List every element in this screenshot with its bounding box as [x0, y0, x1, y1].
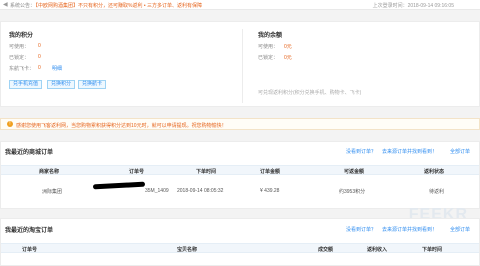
recharge-phone-button[interactable]: 兑手机充值: [9, 80, 43, 89]
balance-locked-label: 已锁定：: [258, 55, 279, 61]
points-available-label: 可使用：: [9, 44, 30, 50]
col-status: 返利状态: [424, 169, 445, 175]
notice-text[interactable]: 【中欧网购酒集团】不只有积分，还可赚取%返利 • 三方多订单、返利有保障: [33, 2, 202, 9]
col-item-name: 宝贝名称: [177, 247, 198, 253]
tip-bar: ! 感谢您使用飞客返利网，当您购物累积获得积分达到10元时，就可以申请提现。祝您…: [0, 118, 480, 130]
points-available-value: 0: [38, 43, 41, 49]
col-merchant: 商家名称: [39, 169, 60, 175]
balance-available-value: 0元: [284, 44, 292, 50]
order-number: 35M_1409: [145, 188, 169, 194]
balance-available-label: 可使用：: [258, 44, 279, 50]
notice-bar: ◀ 系统公告： 【中欧网购酒集团】不只有积分，还可赚取%返利 • 三方多订单、返…: [0, 0, 480, 10]
mall-missing-order-link[interactable]: 没看到订单？: [346, 148, 376, 155]
col-taobao-time: 下单时间: [422, 247, 443, 253]
miles-value: 0: [38, 65, 41, 71]
mall-orders-title: 我最近的商城订单: [5, 150, 54, 156]
order-status: 待返利: [429, 189, 445, 195]
mall-all-orders-link[interactable]: 全部订单: [450, 148, 470, 155]
miles-label: 东航飞卡：: [9, 66, 35, 72]
info-icon: !: [7, 121, 13, 127]
notice-label: 系统公告：: [10, 3, 36, 9]
balance-title: 我的余额: [258, 33, 283, 39]
redeem-card-button[interactable]: 兑换航卡: [78, 80, 107, 89]
col-amount: 订单金额: [260, 169, 281, 175]
account-summary-panel: 我的积分 可使用： 0 已锁定： 0 东航飞卡： 0 明细 兑手机充值 兑换积分…: [0, 21, 480, 107]
redeem-points-button[interactable]: 兑换积分: [47, 80, 76, 89]
miles-detail-link[interactable]: 明细: [52, 65, 62, 72]
order-rebate: 约3953积分: [339, 189, 366, 195]
points-locked-value: 0: [38, 54, 41, 60]
mall-orders-panel: 我最近的商城订单 没看到订单？ 去来源订单并找到看到！ 全部订单 商家名称 订单…: [0, 141, 480, 209]
order-time: 2018-09-14 08:05:32: [177, 188, 224, 194]
summary-divider: [242, 29, 243, 103]
balance-locked-value: 0元: [284, 55, 292, 61]
taobao-orders-title: 我最近的淘宝订单: [5, 228, 54, 234]
taobao-all-orders-link[interactable]: 全部订单: [450, 226, 470, 233]
order-amount: ¥ 439.28: [260, 188, 280, 194]
col-order-no: 订单号: [129, 169, 145, 175]
points-locked-label: 已锁定：: [9, 55, 30, 61]
col-rebate-income: 返利收入: [367, 247, 388, 253]
speaker-icon: ◀: [3, 2, 8, 8]
col-order-time: 下单时间: [196, 169, 217, 175]
col-deal-amount: 成交额: [318, 247, 334, 253]
col-rebate: 可返金额: [344, 169, 365, 175]
points-title: 我的积分: [9, 33, 34, 39]
mall-order-source-link[interactable]: 去来源订单并找到看到！: [382, 148, 437, 155]
taobao-missing-order-link[interactable]: 没看到订单？: [346, 226, 376, 233]
balance-hint: 可兑现返利积分(积分兑换手机、购物卡、飞卡): [258, 90, 362, 96]
taobao-orders-panel: 我最近的淘宝订单 没看到订单？ 去来源订单并找到看到！ 全部订单 订单号 宝贝名…: [0, 218, 480, 266]
merchant-name-link[interactable]: 洲际集团: [42, 188, 62, 195]
redacted-order-no: [92, 181, 146, 190]
mall-orders-header: 商家名称 订单号 下单时间 订单金额 可返金额 返利状态: [1, 165, 479, 175]
col-taobao-order-no: 订单号: [22, 247, 38, 253]
taobao-order-source-link[interactable]: 去来源订单并找到看到！: [382, 226, 437, 233]
last-login-time: 上次登录时间：2018-09-14 09:16:05: [372, 3, 454, 9]
taobao-orders-header: 订单号 宝贝名称 成交额 返利收入 下单时间: [1, 243, 479, 253]
tip-text: 感谢您使用飞客返利网，当您购物累积获得积分达到10元时，就可以申请提现。祝您购物…: [16, 123, 227, 129]
